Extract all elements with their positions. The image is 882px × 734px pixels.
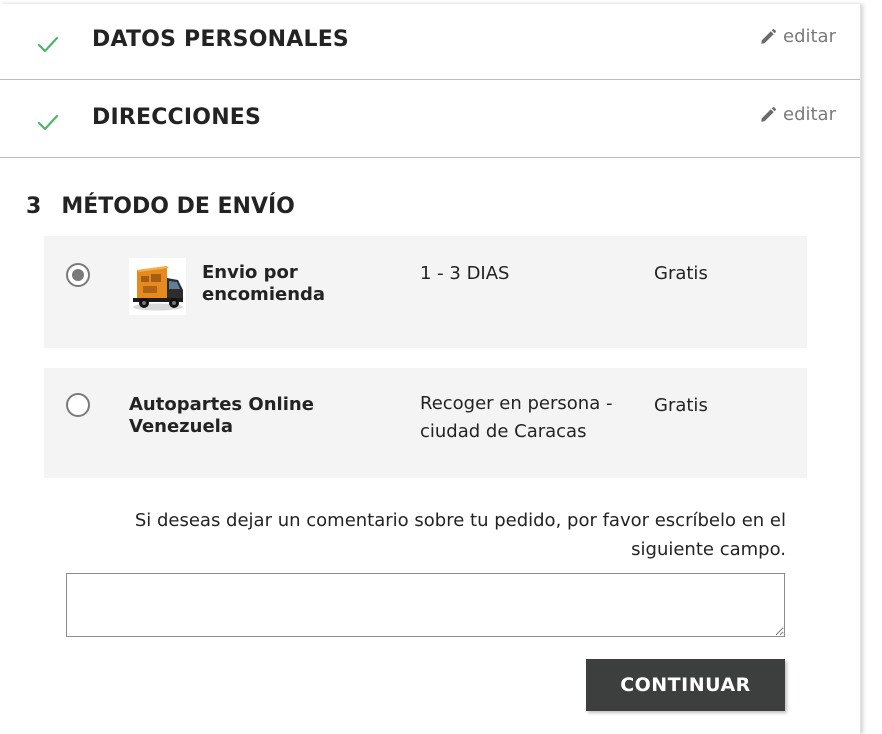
step-title-text: MÉTODO DE ENVÍO <box>61 194 295 219</box>
step-number: 3 <box>26 194 42 219</box>
check-icon <box>37 36 59 53</box>
carrier-price: Gratis <box>654 395 708 416</box>
carrier-name: Autopartes Online Venezuela <box>129 394 314 437</box>
edit-label: editar <box>783 26 836 47</box>
step-addresses: DIRECCIONES editar <box>0 82 860 158</box>
checkout-panel: DATOS PERSONALES editar DIRECCIONES edit… <box>0 4 861 734</box>
pencil-icon <box>761 106 776 122</box>
carrier-delay: Recoger en persona - ciudad de Caracas <box>420 393 613 442</box>
delivery-truck-icon <box>129 258 186 315</box>
shipping-radio-encomienda[interactable] <box>66 263 90 287</box>
step-title-shipping: 3 MÉTODO DE ENVÍO <box>26 194 295 219</box>
step-personal-data: DATOS PERSONALES editar <box>0 4 860 80</box>
carrier-price: Gratis <box>654 263 708 284</box>
check-icon <box>37 114 59 131</box>
step-title-personal: DATOS PERSONALES <box>92 27 349 52</box>
pencil-icon <box>761 28 776 44</box>
edit-label: editar <box>783 104 836 125</box>
carrier-delay: 1 - 3 DIAS <box>420 263 510 284</box>
edit-personal-link[interactable]: editar <box>759 26 836 47</box>
continue-button[interactable]: CONTINUAR <box>586 659 785 711</box>
carrier-name: Envio por encomienda <box>202 262 326 305</box>
order-comment-textarea[interactable] <box>66 573 785 637</box>
shipping-option-encomienda[interactable]: Envio por encomienda 1 - 3 DIAS Gratis <box>44 236 807 348</box>
shipping-option-pickup[interactable]: Autopartes Online Venezuela Recoger en p… <box>44 368 807 478</box>
step-title-addresses: DIRECCIONES <box>92 105 262 130</box>
edit-addresses-link[interactable]: editar <box>759 104 836 125</box>
comment-label: Si deseas dejar un comentario sobre tu p… <box>134 510 786 560</box>
shipping-radio-pickup[interactable] <box>66 393 90 417</box>
